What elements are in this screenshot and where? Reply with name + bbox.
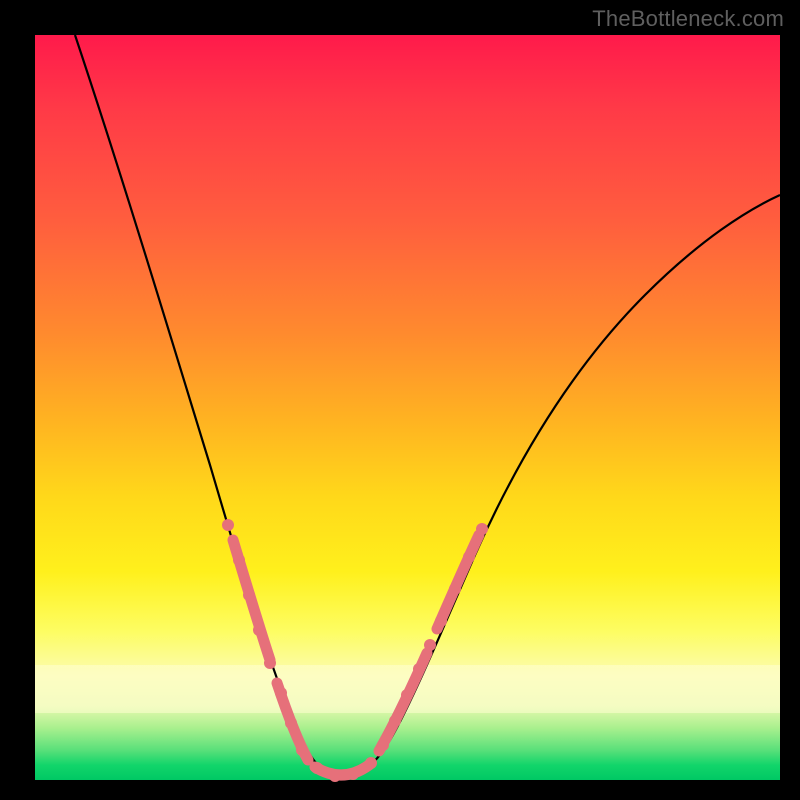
bead-dot bbox=[347, 768, 359, 780]
bead-dot bbox=[401, 689, 413, 701]
chart-frame: TheBottleneck.com bbox=[0, 0, 800, 800]
bead-segment-right-2 bbox=[437, 535, 479, 629]
bead-dot bbox=[275, 687, 287, 699]
bead-dot bbox=[435, 615, 447, 627]
bead-dot bbox=[365, 757, 377, 769]
watermark-text: TheBottleneck.com bbox=[592, 6, 784, 32]
bead-dot bbox=[413, 663, 425, 675]
bead-segment-bottom bbox=[315, 765, 369, 775]
bead-dot bbox=[424, 639, 436, 651]
bead-dot bbox=[264, 657, 276, 669]
bead-dot bbox=[233, 554, 245, 566]
bead-dot bbox=[285, 717, 297, 729]
bead-dot bbox=[377, 739, 389, 751]
bead-dot bbox=[476, 523, 488, 535]
bead-dot bbox=[311, 762, 323, 774]
bottleneck-curve bbox=[75, 35, 780, 778]
bead-dot bbox=[296, 744, 308, 756]
bead-dot bbox=[253, 624, 265, 636]
bead-dot bbox=[243, 589, 255, 601]
bead-dot bbox=[463, 551, 475, 563]
curve-layer bbox=[35, 35, 780, 780]
bead-dot bbox=[329, 770, 341, 782]
bead-dot bbox=[222, 519, 234, 531]
bead-dot bbox=[449, 583, 461, 595]
bead-dot bbox=[389, 715, 401, 727]
